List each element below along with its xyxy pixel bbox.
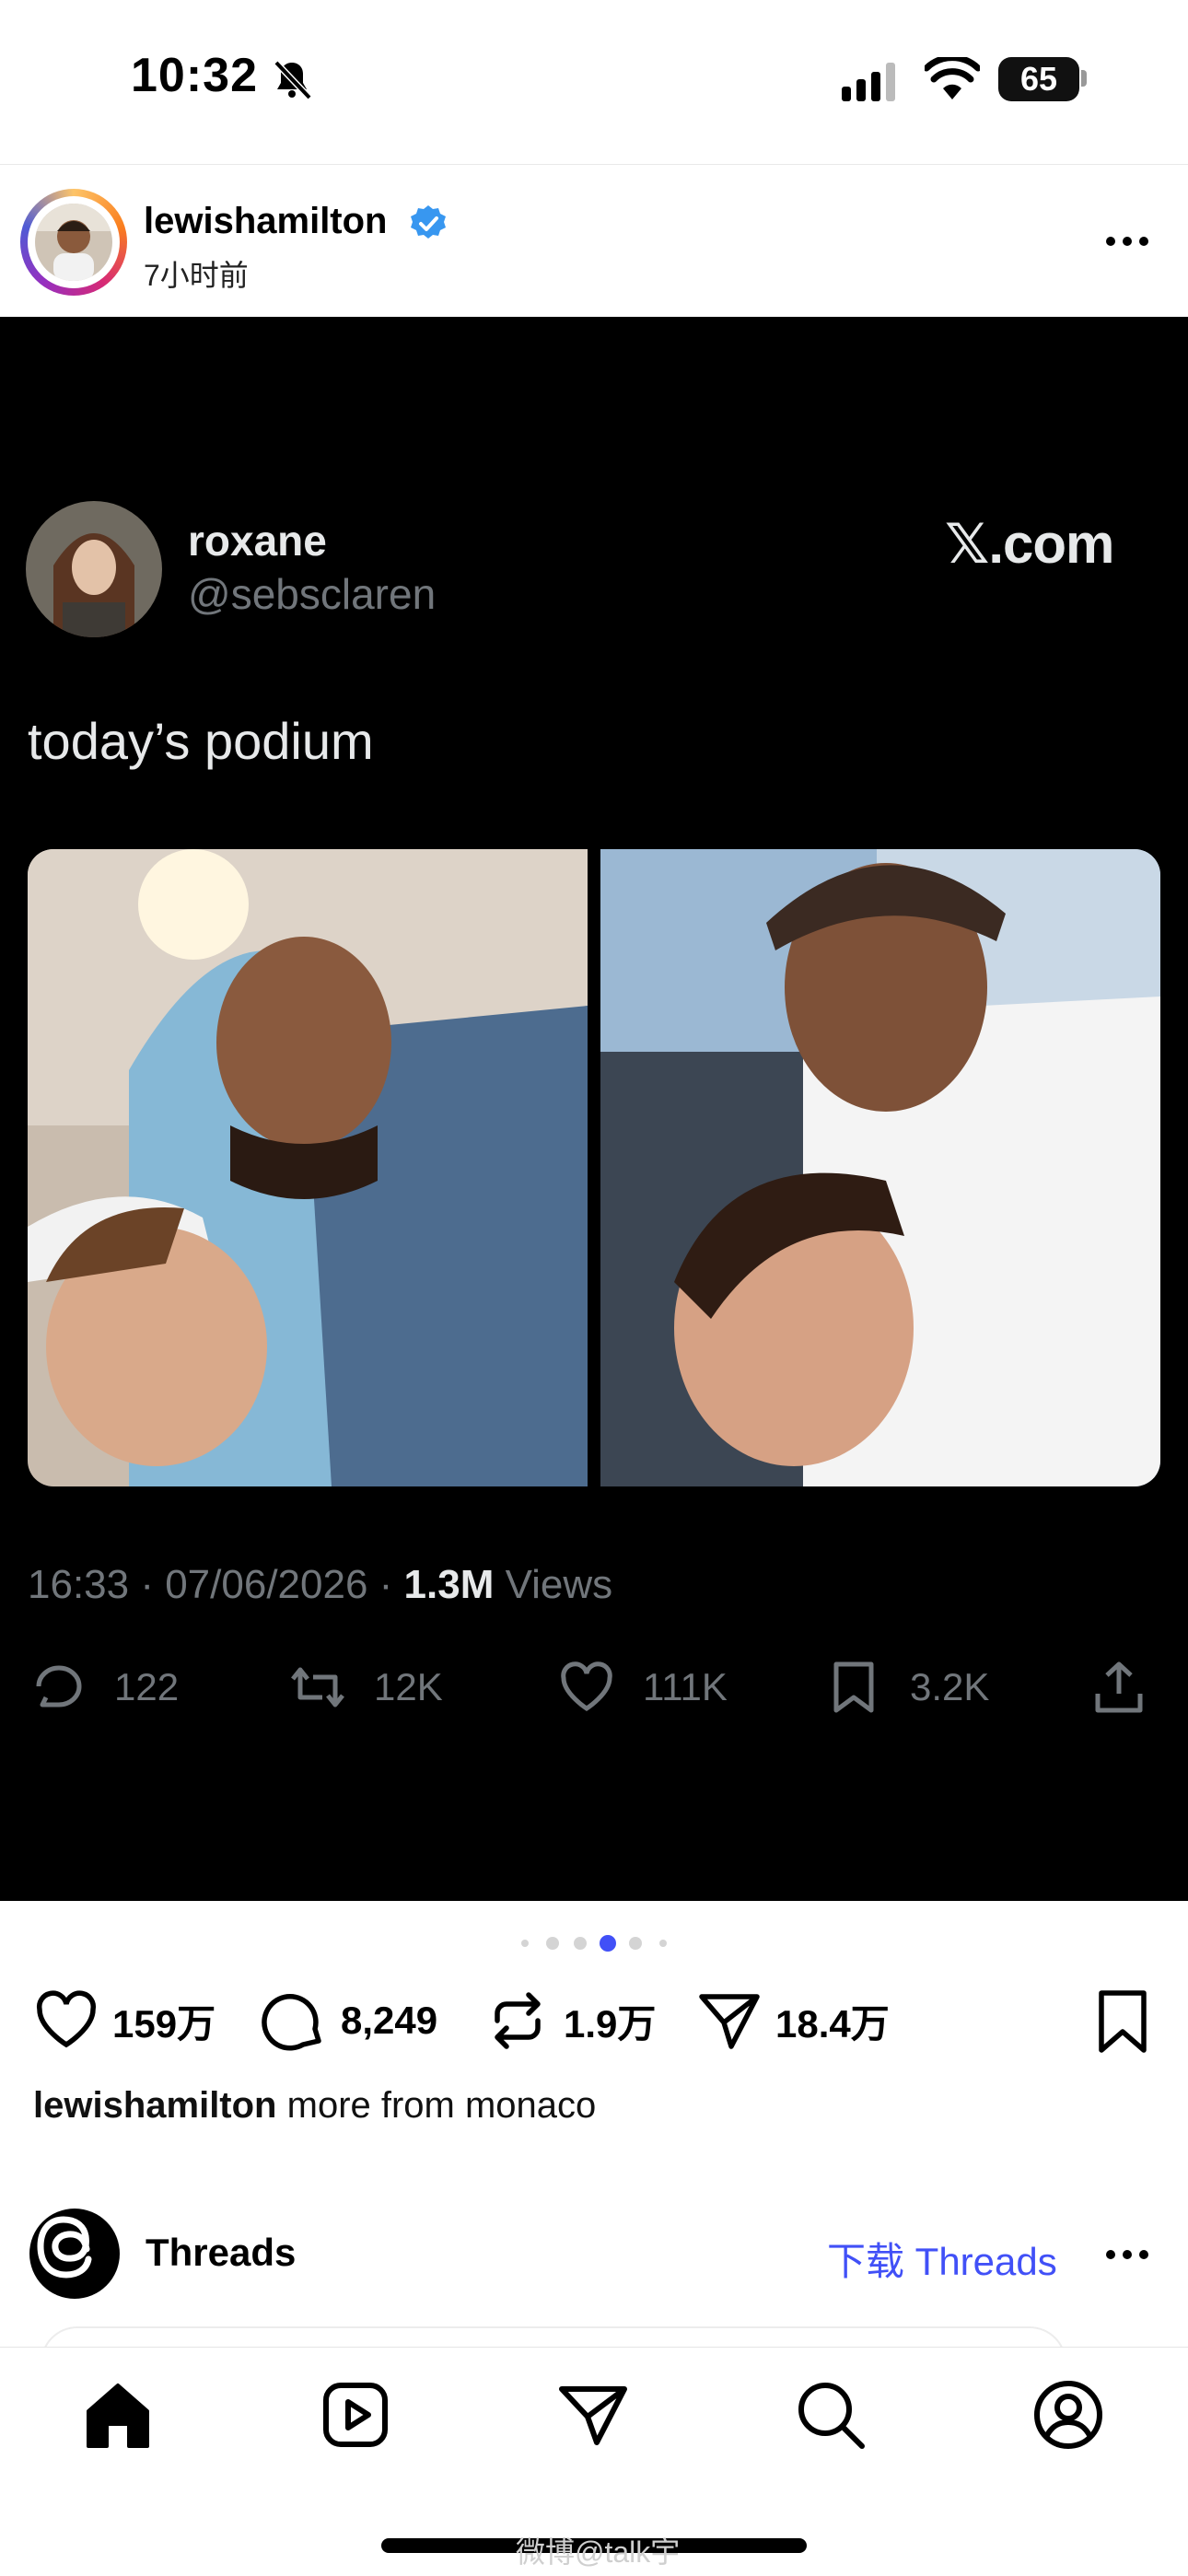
battery-nub [1081, 70, 1087, 87]
tweet-time: 16:33 · 07/06/2026 · [28, 1562, 404, 1607]
tweet-repost-stat: 12K [287, 1658, 443, 1717]
carousel-dot [546, 1937, 559, 1950]
tweet-repost-count: 12K [374, 1665, 443, 1708]
tweet-views-count: 1.3M [403, 1562, 495, 1607]
repost-count: 1.9万 [564, 2001, 657, 2046]
x-logo: 𝕏.com [945, 513, 1114, 575]
save-bookmark-icon[interactable] [1090, 1987, 1155, 2056]
threads-label[interactable]: Threads [146, 2231, 296, 2275]
threads-download-link[interactable]: 下载 Threads [827, 2231, 1057, 2287]
tweet-emojis: 😭😭😭😭😭 [402, 709, 751, 769]
carousel-dot [629, 1937, 642, 1950]
tweet-avatar [26, 501, 162, 637]
comment-icon [262, 1994, 321, 2051]
bookmark-icon [833, 1661, 874, 1713]
watermark: 微博@talk宇 [516, 2535, 681, 2569]
heart-icon [561, 1661, 612, 1711]
tweet-text: today’s podium [28, 712, 374, 770]
caption-text: more from monaco [286, 2085, 597, 2126]
send-icon [699, 1994, 760, 2049]
carousel-dot [521, 1940, 529, 1947]
more-options-icon[interactable] [1101, 2236, 1153, 2273]
post-caption: lewishamilton more from monaco [33, 2085, 596, 2127]
tweet-author-name: roxane [188, 517, 327, 565]
more-options-icon[interactable] [1101, 223, 1153, 260]
share-button[interactable]: 18.4万 [696, 1989, 890, 2052]
tweet-bookmark-stat: 3.2K [823, 1658, 989, 1717]
comment-count: 8,249 [341, 1999, 438, 2042]
cellular-icon [842, 63, 895, 101]
send-icon[interactable] [556, 2378, 630, 2452]
reels-icon[interactable] [319, 2378, 392, 2452]
search-icon[interactable] [794, 2378, 868, 2452]
home-icon[interactable] [81, 2378, 155, 2452]
author-avatar[interactable] [35, 204, 112, 281]
tweet-reply-stat: 122 [28, 1658, 179, 1717]
status-time: 10:32 [131, 49, 258, 102]
carousel-dot [659, 1940, 667, 1947]
bell-off-icon [274, 60, 312, 100]
repost-icon [495, 1992, 541, 2049]
tweet-share-stat [1089, 1658, 1175, 1717]
share-icon [1095, 1661, 1143, 1713]
repost-icon [291, 1667, 344, 1708]
tweet-bookmark-count: 3.2K [910, 1665, 990, 1708]
tweet-reply-count: 122 [114, 1665, 180, 1708]
reply-icon [36, 1665, 82, 1708]
heart-icon [36, 1990, 97, 2048]
tweet-photo-right [600, 849, 1160, 1486]
battery-icon: 65 [998, 57, 1079, 101]
tweet-photo-left [28, 849, 588, 1486]
like-count: 159万 [112, 2001, 216, 2046]
wifi-icon [925, 57, 980, 99]
comment-button[interactable]: 8,249 [262, 1989, 437, 2052]
carousel-dot [574, 1937, 587, 1950]
share-count: 18.4万 [775, 2001, 890, 2046]
tweet-meta: 16:33 · 07/06/2026 · 1.3M Views [28, 1562, 612, 1608]
caption-author[interactable]: lewishamilton [33, 2085, 277, 2126]
tweet-author-handle: @sebsclaren [188, 570, 437, 618]
repost-button[interactable]: 1.9万 [484, 1989, 656, 2052]
like-button[interactable]: 159万 [33, 1989, 215, 2052]
tweet-views-label: Views [494, 1562, 613, 1607]
threads-logo-icon[interactable] [29, 2209, 120, 2299]
author-username[interactable]: lewishamilton [144, 201, 388, 242]
tweet-like-stat: 111K [556, 1658, 728, 1717]
post-timestamp: 7小时前 [144, 259, 249, 292]
profile-icon[interactable] [1031, 2378, 1105, 2452]
carousel-dot-active [600, 1935, 616, 1952]
tweet-like-count: 111K [643, 1665, 728, 1708]
verified-badge-icon [411, 205, 446, 239]
